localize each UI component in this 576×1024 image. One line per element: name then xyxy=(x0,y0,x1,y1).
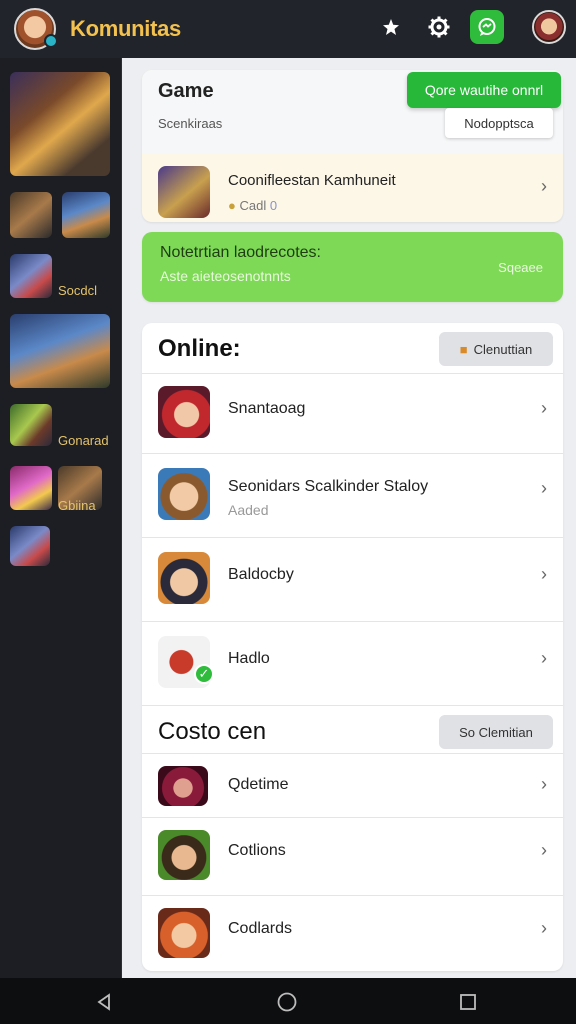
top-actions xyxy=(374,10,566,44)
friend-avatar xyxy=(158,908,210,958)
featured-meta-label: Cadl xyxy=(239,198,267,213)
section2-title: Costo cen xyxy=(158,718,267,745)
notification-title: Notetrtian laodrecotes: xyxy=(160,244,321,261)
friends-list-card: Online: ■ Clenuttian Snantaoag › Seonida… xyxy=(142,323,563,971)
sidebar-game-featured[interactable] xyxy=(10,72,110,176)
friend-avatar xyxy=(158,830,210,880)
chevron-right-icon: › xyxy=(541,398,547,418)
friend-avatar xyxy=(158,552,210,604)
game-card-subtitle: Scenkiraas xyxy=(158,116,223,131)
user-avatar[interactable] xyxy=(532,10,566,44)
sidebar-label: Gbiina xyxy=(58,498,96,513)
online-status-dot xyxy=(44,34,58,48)
chevron-right-icon: › xyxy=(541,478,547,498)
featured-meta-count: 0 xyxy=(269,198,278,213)
chevron-right-icon: › xyxy=(541,648,547,668)
top-bar: Komunitas xyxy=(0,0,576,58)
featured-game-title: Coonifleestan Kamhuneit xyxy=(228,172,396,189)
notification-subtitle: Aste aieteosenotnnts xyxy=(160,268,291,284)
sidebar-game-thumb[interactable] xyxy=(10,404,52,446)
featured-game-row[interactable]: Coonifleestan Kamhuneit ● Cadl 0 › xyxy=(142,154,563,222)
secondary-action-button[interactable]: Nodopptsca xyxy=(445,108,553,138)
game-icon xyxy=(158,166,210,218)
chevron-right-icon: › xyxy=(541,774,547,794)
main-content: Game Scenkiraas Qore wautihe onnrl Nodop… xyxy=(122,58,576,978)
check-icon: ✓ xyxy=(194,664,214,684)
sidebar-game-thumb[interactable] xyxy=(10,526,50,566)
app-title: Komunitas xyxy=(70,16,181,41)
list-item[interactable]: ✓ Hadlo › xyxy=(142,621,563,705)
notification-action[interactable]: Sqeaee xyxy=(498,260,543,275)
online-section-button-label: Clenuttian xyxy=(473,341,533,357)
profile-avatar[interactable] xyxy=(14,8,58,50)
sidebar-game-thumb[interactable] xyxy=(10,466,52,510)
gear-icon[interactable] xyxy=(422,10,456,44)
featured-game-meta: ● Cadl 0 xyxy=(228,198,277,213)
section-header: Costo cen So Clemitian xyxy=(142,705,563,753)
coin-icon: ● xyxy=(228,198,236,213)
chevron-right-icon: › xyxy=(541,176,547,196)
chevron-right-icon: › xyxy=(541,918,547,938)
list-item[interactable]: Baldocby › xyxy=(142,537,563,621)
friend-name: Hadlo xyxy=(228,650,270,667)
star-icon[interactable] xyxy=(374,10,408,44)
friend-avatar xyxy=(158,766,208,806)
online-section-title: Online: xyxy=(158,335,241,362)
sidebar-game-thumb[interactable] xyxy=(62,192,110,238)
sidebar-game-thumb[interactable] xyxy=(10,254,52,298)
chat-icon[interactable] xyxy=(470,10,504,44)
friend-name: Snantaoag xyxy=(228,400,306,417)
friend-name: Codlards xyxy=(228,920,293,937)
chevron-right-icon: › xyxy=(541,564,547,584)
friend-status: Aaded xyxy=(228,502,269,518)
list-item[interactable]: Codlards › xyxy=(142,895,563,971)
notification-card[interactable]: Notetrtian laodrecotes: Aste aieteosenot… xyxy=(142,232,563,302)
section2-button[interactable]: So Clemitian xyxy=(439,715,553,749)
list-item[interactable]: Cotlions › xyxy=(142,817,563,895)
sidebar-game-large[interactable] xyxy=(10,314,110,388)
friend-name: Baldocby xyxy=(228,566,294,583)
primary-action-button[interactable]: Qore wautihe onnrl xyxy=(407,72,561,108)
chevron-right-icon: › xyxy=(541,840,547,860)
online-section-button[interactable]: ■ Clenuttian xyxy=(439,332,553,366)
game-card: Game Scenkiraas Qore wautihe onnrl Nodop… xyxy=(142,70,563,222)
back-button[interactable] xyxy=(92,990,116,1014)
sidebar: Socdcl Gonarad Gbiina xyxy=(0,58,122,978)
list-item[interactable]: Snantaoag › xyxy=(142,373,563,453)
friend-name: Qdetime xyxy=(228,776,289,793)
friend-name: Seonidars Scalkinder Staloy xyxy=(228,478,429,495)
box-icon: ■ xyxy=(459,341,468,357)
home-button[interactable] xyxy=(275,990,299,1014)
friend-name: Cotlions xyxy=(228,842,286,859)
friend-avatar xyxy=(158,468,210,520)
sidebar-label: Gonarad xyxy=(58,433,109,448)
sidebar-label: Socdcl xyxy=(58,283,98,298)
recents-button[interactable] xyxy=(456,990,480,1014)
friend-avatar xyxy=(158,386,210,438)
system-nav-bar xyxy=(0,978,576,1024)
sidebar-game-thumb[interactable] xyxy=(10,192,52,238)
game-card-header: Game Scenkiraas Qore wautihe onnrl Nodop… xyxy=(142,70,563,154)
game-card-title: Game xyxy=(158,80,214,102)
list-item[interactable]: Qdetime › xyxy=(142,753,563,817)
list-item[interactable]: Seonidars Scalkinder Staloy Aaded › xyxy=(142,453,563,537)
